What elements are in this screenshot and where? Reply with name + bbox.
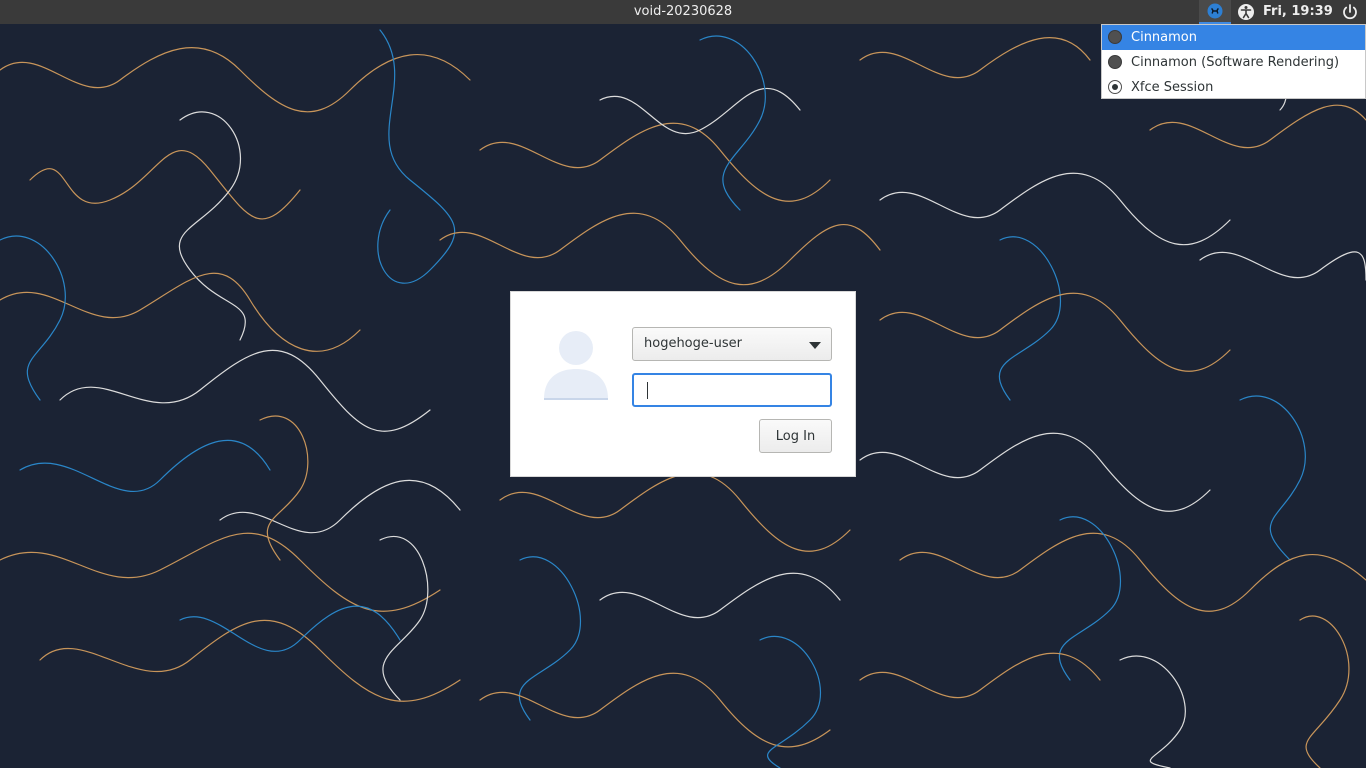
session-indicator[interactable] <box>1199 0 1231 24</box>
user-select-value: hogehoge-user <box>644 336 742 351</box>
default-avatar-icon <box>544 331 608 400</box>
password-field[interactable] <box>632 373 832 407</box>
clock[interactable]: Fri, 19:39 <box>1263 4 1333 19</box>
session-item-xfce[interactable]: Xfce Session <box>1102 75 1365 100</box>
top-panel: void-20230628 Fri, 19:39 <box>0 0 1366 24</box>
session-item-cinnamon-software[interactable]: Cinnamon (Software Rendering) <box>1102 50 1365 75</box>
power-icon[interactable] <box>1341 3 1359 21</box>
session-item-label: Cinnamon (Software Rendering) <box>1131 55 1340 70</box>
session-item-cinnamon[interactable]: Cinnamon <box>1102 25 1365 50</box>
radio-button[interactable] <box>1108 30 1122 44</box>
session-item-label: Xfce Session <box>1131 80 1214 95</box>
user-select[interactable]: hogehoge-user <box>632 327 832 361</box>
text-caret <box>647 382 648 399</box>
hostname-label: void-20230628 <box>633 4 733 19</box>
login-box: hogehoge-user Log In <box>510 291 856 477</box>
xfce-session-icon <box>1207 3 1223 19</box>
session-menu: Cinnamon Cinnamon (Software Rendering) X… <box>1101 24 1366 99</box>
radio-button-checked[interactable] <box>1108 80 1122 94</box>
radio-button[interactable] <box>1108 55 1122 69</box>
accessibility-icon[interactable] <box>1237 3 1255 21</box>
chevron-down-icon <box>809 342 821 349</box>
session-item-label: Cinnamon <box>1131 30 1197 45</box>
login-button[interactable]: Log In <box>759 419 832 453</box>
